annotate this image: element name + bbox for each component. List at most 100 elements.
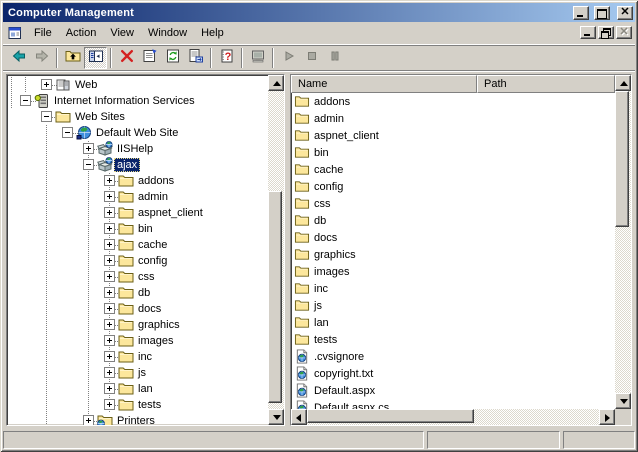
tree-item-internet-information-services[interactable]: Internet Information Services <box>7 93 268 109</box>
tree-item-images[interactable]: images <box>7 333 268 349</box>
tree-item-admin[interactable]: admin <box>7 189 268 205</box>
column-header-name[interactable]: Name <box>291 75 477 93</box>
help-button[interactable]: ? <box>215 47 238 69</box>
scroll-up-button[interactable] <box>615 75 631 91</box>
tree-item-aspnet-client[interactable]: aspnet_client <box>7 205 268 221</box>
tree-item-js[interactable]: js <box>7 365 268 381</box>
list-item-default-aspx[interactable]: Default.aspx <box>291 382 615 399</box>
list-item-images[interactable]: images <box>291 263 615 280</box>
tree-item-label[interactable]: IISHelp <box>114 142 156 156</box>
title-bar[interactable]: Computer Management ✕ <box>3 3 635 22</box>
show-hide-console-tree-button[interactable] <box>84 47 107 69</box>
collapse-toggle[interactable] <box>20 95 31 106</box>
list-vertical-scrollbar[interactable] <box>615 75 631 425</box>
list-item-tests[interactable]: tests <box>291 331 615 348</box>
expand-toggle[interactable] <box>41 79 52 90</box>
scroll-left-button[interactable] <box>291 409 307 425</box>
scroll-down-button[interactable] <box>615 393 631 409</box>
list-item-copyright-txt[interactable]: copyright.txt <box>291 365 615 382</box>
list-item-db[interactable]: db <box>291 212 615 229</box>
menu-view[interactable]: View <box>103 24 141 43</box>
scroll-track[interactable] <box>307 409 599 425</box>
tree-item-lan[interactable]: lan <box>7 381 268 397</box>
expand-toggle[interactable] <box>104 319 115 330</box>
back-button[interactable] <box>7 47 30 69</box>
tree-item-label[interactable]: aspnet_client <box>135 206 206 220</box>
list-item-css[interactable]: css <box>291 195 615 212</box>
tree-item-label[interactable]: css <box>135 270 158 284</box>
expand-toggle[interactable] <box>104 191 115 202</box>
list-item-docs[interactable]: docs <box>291 229 615 246</box>
column-header-path[interactable]: Path <box>477 75 615 93</box>
expand-toggle[interactable] <box>104 335 115 346</box>
list-item-bin[interactable]: bin <box>291 144 615 161</box>
tree-item-label[interactable]: images <box>135 334 176 348</box>
menu-window[interactable]: Window <box>141 24 194 43</box>
menu-help[interactable]: Help <box>194 24 231 43</box>
list-horizontal-scrollbar[interactable] <box>291 409 615 425</box>
tree-item-label[interactable]: inc <box>135 350 155 364</box>
tree-item-cache[interactable]: cache <box>7 237 268 253</box>
expand-toggle[interactable] <box>104 399 115 410</box>
collapse-toggle[interactable] <box>83 159 94 170</box>
delete-button[interactable] <box>115 47 138 69</box>
tree-item-config[interactable]: config <box>7 253 268 269</box>
list-item-graphics[interactable]: graphics <box>291 246 615 263</box>
scroll-right-button[interactable] <box>599 409 615 425</box>
maximize-button[interactable] <box>594 6 610 20</box>
tree-item-label[interactable]: Internet Information Services <box>51 94 198 108</box>
list-item-default-aspx-cs[interactable]: Default.aspx.cs <box>291 399 615 409</box>
tree-item-tests[interactable]: tests <box>7 397 268 413</box>
expand-toggle[interactable] <box>83 143 94 154</box>
child-restore-button[interactable] <box>598 26 614 39</box>
child-minimize-button[interactable] <box>580 26 596 39</box>
collapse-toggle[interactable] <box>41 111 52 122</box>
tree-item-label[interactable]: tests <box>135 398 164 412</box>
expand-toggle[interactable] <box>104 351 115 362</box>
tree-item-label[interactable]: docs <box>135 302 164 316</box>
expand-toggle[interactable] <box>104 175 115 186</box>
tree-item-inc[interactable]: inc <box>7 349 268 365</box>
tree-item-web-sites[interactable]: Web Sites <box>7 109 268 125</box>
menu-file[interactable]: File <box>27 24 59 43</box>
tree-item-label[interactable]: config <box>135 254 170 268</box>
child-close-button[interactable]: ✕ <box>616 26 632 39</box>
tree-item-label[interactable]: addons <box>135 174 177 188</box>
scroll-down-button[interactable] <box>268 409 284 425</box>
scroll-up-button[interactable] <box>268 75 284 91</box>
collapse-toggle[interactable] <box>62 127 73 138</box>
properties-button[interactable] <box>138 47 161 69</box>
expand-toggle[interactable] <box>104 239 115 250</box>
tree-item-iishelp[interactable]: IISHelp <box>7 141 268 157</box>
list-item-lan[interactable]: lan <box>291 314 615 331</box>
list-item-inc[interactable]: inc <box>291 280 615 297</box>
scroll-track[interactable] <box>615 91 631 393</box>
list-item-admin[interactable]: admin <box>291 110 615 127</box>
scroll-thumb[interactable] <box>307 409 474 423</box>
expand-toggle[interactable] <box>104 271 115 282</box>
list-item-addons[interactable]: addons <box>291 93 615 110</box>
refresh-button[interactable] <box>161 47 184 69</box>
tree-item-label[interactable]: graphics <box>135 318 183 332</box>
list-item-cache[interactable]: cache <box>291 161 615 178</box>
tree-item-graphics[interactable]: graphics <box>7 317 268 333</box>
tree-vertical-scrollbar[interactable] <box>268 75 284 425</box>
console-window-icon[interactable] <box>7 25 23 41</box>
expand-toggle[interactable] <box>104 287 115 298</box>
tree-item-label[interactable]: cache <box>135 238 170 252</box>
expand-toggle[interactable] <box>104 207 115 218</box>
tree-item-label[interactable]: admin <box>135 190 171 204</box>
scroll-track[interactable] <box>268 91 284 409</box>
list-item--cvsignore[interactable]: .cvsignore <box>291 348 615 365</box>
tree-item-label[interactable]: Printers <box>114 414 158 425</box>
list-item-aspnet-client[interactable]: aspnet_client <box>291 127 615 144</box>
expand-toggle[interactable] <box>104 367 115 378</box>
tree-item-ajax[interactable]: ajax <box>7 157 268 173</box>
list-item-config[interactable]: config <box>291 178 615 195</box>
tree-item-bin[interactable]: bin <box>7 221 268 237</box>
list-item-js[interactable]: js <box>291 297 615 314</box>
tree-item-label[interactable]: db <box>135 286 153 300</box>
scroll-thumb[interactable] <box>615 91 629 227</box>
tree-item-printers[interactable]: Printers <box>7 413 268 425</box>
tree-item-db[interactable]: db <box>7 285 268 301</box>
